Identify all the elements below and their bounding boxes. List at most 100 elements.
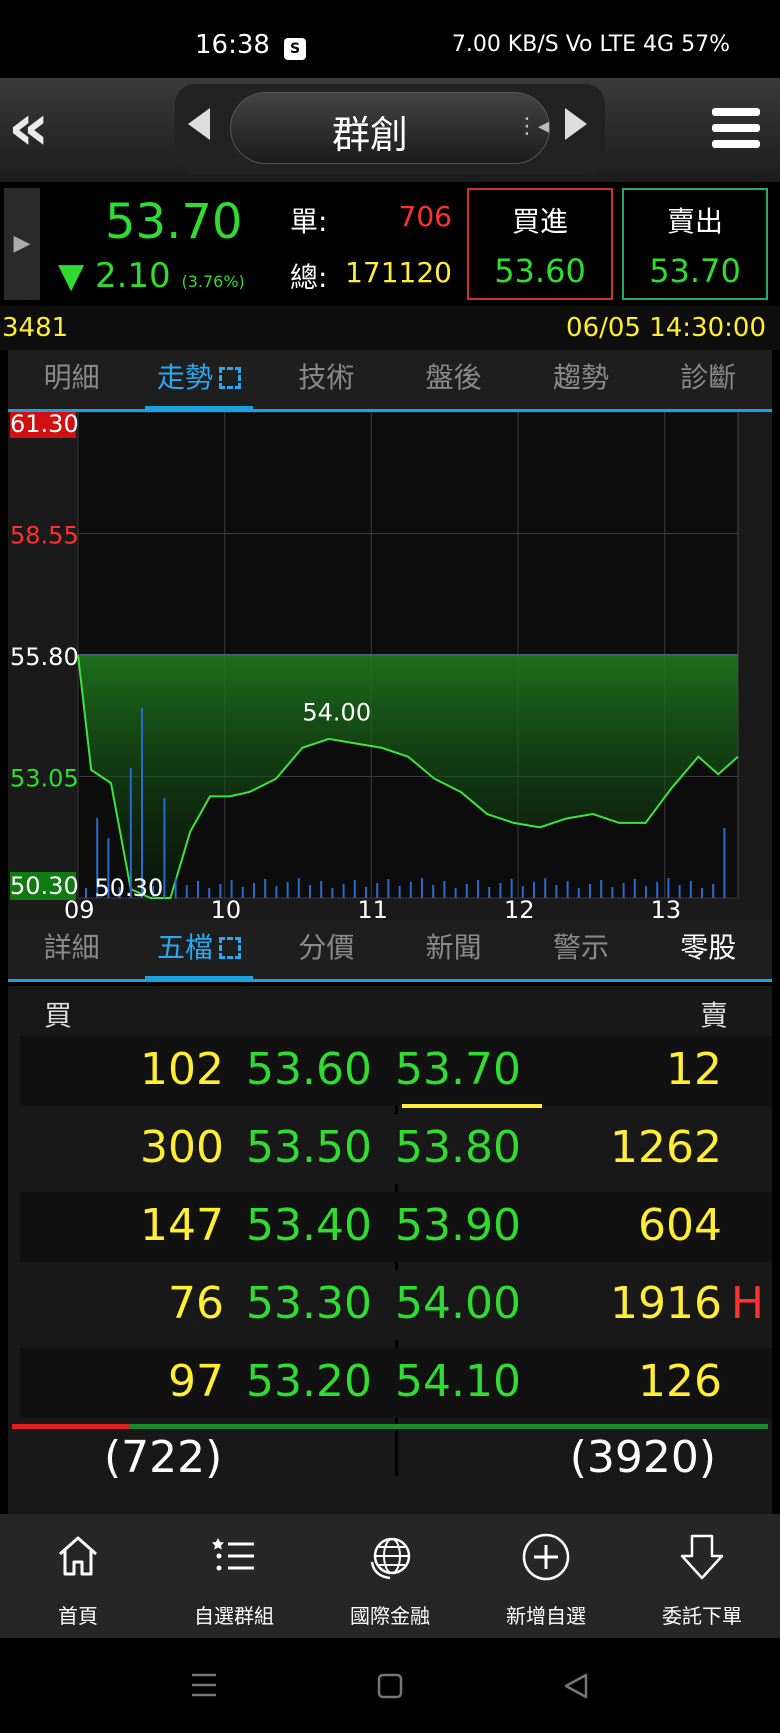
tab-details[interactable]: 詳細 — [8, 920, 135, 979]
book-row[interactable]: 300 53.50 53.80 1262 — [20, 1114, 772, 1184]
tab-detail[interactable]: 明細 — [8, 350, 135, 409]
sell-label: 賣出 — [666, 205, 723, 238]
tab-five-levels[interactable]: 五檔 — [135, 920, 262, 982]
status-bar: 16:38 S 7.00 KB/S Vo LTE 4G 57% — [0, 0, 780, 78]
buy-header: 買 — [44, 999, 73, 1032]
x-tick-label: 11 — [357, 896, 388, 920]
book-row[interactable]: 97 53.20 54.10 126 — [20, 1348, 772, 1418]
bottom-navigation: 首頁 自選群組 國際金融 新增自選 委託下單 — [0, 1514, 780, 1638]
ratio-bar — [12, 1424, 768, 1429]
bid-price: 53.30 — [246, 1278, 372, 1329]
nav-order-label: 委託下單 — [662, 1604, 742, 1628]
tab-trend[interactable]: 走勢 — [135, 350, 262, 412]
bid-price: 53.50 — [246, 1122, 372, 1173]
tab-alerts[interactable]: 警示 — [517, 920, 644, 979]
nav-watchlist-label: 自選群組 — [194, 1604, 274, 1628]
sell-button[interactable]: 賣出 53.70 — [622, 188, 768, 300]
x-tick-label: 12 — [504, 896, 535, 920]
hamburger-menu-icon[interactable] — [712, 108, 760, 152]
buy-button[interactable]: 買進 53.60 — [467, 188, 613, 300]
tab-news[interactable]: 新聞 — [390, 920, 517, 979]
bid-qty: 147 — [140, 1200, 224, 1251]
home-square-icon[interactable] — [376, 1672, 404, 1700]
nav-international[interactable]: 國際金融 — [312, 1514, 468, 1638]
back-triangle-icon[interactable] — [562, 1672, 590, 1700]
high-flag: H — [730, 1278, 764, 1329]
bid-qty: 97 — [168, 1356, 224, 1407]
next-stock-arrow-icon[interactable] — [565, 108, 587, 140]
book-row[interactable]: 102 53.60 53.70 12 — [20, 1036, 772, 1106]
home-icon — [59, 1536, 97, 1576]
x-tick-label: 09 — [64, 896, 95, 920]
recent-apps-icon[interactable] — [190, 1672, 218, 1698]
down-arrow-icon: ▼ — [58, 256, 85, 296]
ask-price: 54.10 — [395, 1356, 521, 1407]
nav-add-label: 新增自選 — [506, 1604, 586, 1628]
max-annotation: 54.00 — [302, 699, 371, 727]
y-tick-label: 53.05 — [10, 765, 79, 793]
book-rows: 102 53.60 53.70 12 300 53.50 53.80 1262 147 53.40… — [14, 1036, 772, 1476]
download-arrow-icon — [680, 1534, 724, 1580]
ask-underline — [402, 1104, 542, 1108]
bid-qty: 76 — [168, 1278, 224, 1329]
stock-name[interactable]: 群創 — [230, 104, 510, 159]
bid-price: 53.60 — [246, 1044, 372, 1095]
total-volume-value: 171120 — [345, 256, 452, 289]
order-book: 買 賣 102 53.60 53.70 12 300 53.50 53.80 1262 147 5… — [8, 986, 772, 1514]
tab-price-volume[interactable]: 分價 — [263, 920, 390, 979]
quote-datetime: 06/05 14:30:00 — [566, 313, 766, 343]
bid-price: 53.40 — [246, 1200, 372, 1251]
app-header: « 群創 ⋮◂ — [0, 78, 780, 182]
fullscreen-icon[interactable] — [219, 937, 241, 959]
y-tick-label: 58.55 — [10, 522, 79, 550]
tab-after-hours[interactable]: 盤後 — [390, 350, 517, 409]
nav-add-watchlist[interactable]: 新增自選 — [468, 1514, 624, 1638]
stock-code: 3481 — [2, 313, 69, 343]
nav-home[interactable]: 首頁 — [0, 1514, 156, 1638]
buy-ratio-fill — [12, 1424, 130, 1429]
bid-qty: 102 — [140, 1044, 224, 1095]
nav-watchlist-groups[interactable]: 自選群組 — [156, 1514, 312, 1638]
ask-qty: 604 — [638, 1200, 722, 1251]
globe-icon — [370, 1537, 411, 1580]
system-navigation — [0, 1638, 780, 1733]
tab-tendency[interactable]: 趨勢 — [517, 350, 644, 409]
chart-tabs: 明細 走勢 技術 盤後 趨勢 診斷 — [8, 350, 772, 412]
back-double-chevron-icon[interactable]: « — [8, 96, 88, 168]
fullscreen-icon[interactable] — [219, 367, 241, 389]
ask-price: 53.90 — [395, 1200, 521, 1251]
min-annotation: 50.30 — [95, 874, 164, 902]
single-volume-label: 單: — [290, 205, 328, 238]
nav-international-label: 國際金融 — [350, 1604, 430, 1628]
buy-price: 53.60 — [494, 252, 586, 290]
drag-grip-icon[interactable]: ⋮◂ — [516, 114, 549, 139]
status-indicators: 7.00 KB/S Vo LTE 4G 57% — [451, 32, 730, 57]
status-time: 16:38 — [195, 30, 270, 60]
change-value: 2.10 — [94, 256, 171, 296]
nav-place-order[interactable]: 委託下單 — [624, 1514, 780, 1638]
last-price: 53.70 — [105, 194, 243, 250]
ask-qty: 1262 — [610, 1122, 722, 1173]
quote-panel: ▶ 53.70 ▼ 2.10 (3.76%) 單: 706 總: 171120 … — [0, 182, 780, 306]
y-tick-label: 61.30 — [10, 412, 79, 438]
tab-odd-lot[interactable]: 零股 — [645, 920, 772, 979]
bid-total: (722) — [104, 1432, 223, 1483]
total-volume-label: 總: — [290, 261, 328, 294]
intraday-chart[interactable]: 61.30 58.55 55.80 53.05 50.30 09 10 11 12 13 54.00… — [8, 410, 772, 924]
info-bar: 3481 06/05 14:30:00 — [0, 306, 780, 350]
price-change: ▼ 2.10 (3.76%) — [58, 256, 245, 296]
ask-qty: 1916 — [610, 1278, 722, 1329]
book-row[interactable]: 147 53.40 53.90 604 — [20, 1192, 772, 1262]
ask-qty: 126 — [638, 1356, 722, 1407]
bid-price: 53.20 — [246, 1356, 372, 1407]
x-tick-label: 10 — [211, 896, 242, 920]
tab-technical[interactable]: 技術 — [263, 350, 390, 409]
ask-price: 54.00 — [395, 1278, 521, 1329]
side-expand-icon[interactable]: ▶ — [4, 188, 40, 300]
sell-header: 賣 — [699, 999, 728, 1032]
tab-diagnosis[interactable]: 診斷 — [645, 350, 772, 409]
prev-stock-arrow-icon[interactable] — [188, 108, 210, 140]
y-tick-label: 55.80 — [10, 643, 79, 671]
book-row[interactable]: 76 53.30 54.00 1916 H — [20, 1270, 772, 1340]
nav-home-label: 首頁 — [58, 1604, 98, 1628]
